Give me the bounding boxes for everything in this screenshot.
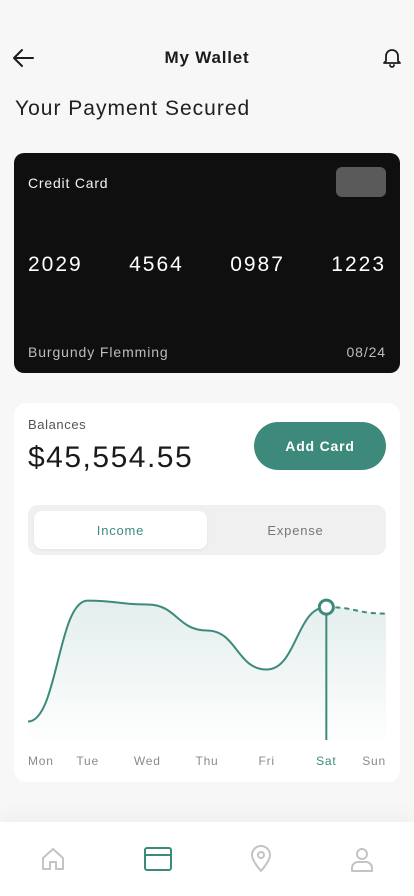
chart-x-tick-label: Wed	[134, 754, 161, 768]
nav-home[interactable]	[38, 844, 68, 874]
card-number-group: 0987	[230, 253, 285, 276]
chart-highlight-point	[317, 598, 335, 616]
card-number-group: 1223	[331, 253, 386, 276]
chart-area-fill	[28, 600, 386, 740]
card-type-label: Credit Card	[28, 175, 109, 191]
card-icon	[144, 847, 172, 871]
card-chip-icon	[336, 167, 386, 197]
chart-x-tick-label: Thu	[195, 754, 218, 768]
card-number: 2029 4564 0987 1223	[28, 253, 386, 277]
credit-card[interactable]: Credit Card 2029 4564 0987 1223 Burgundy…	[14, 153, 400, 373]
page-title: Your Payment Secured	[15, 97, 251, 120]
profile-icon	[351, 848, 373, 872]
card-holder-name: Burgundy Flemming	[28, 344, 169, 360]
chart-x-tick-label: Sat	[316, 754, 336, 768]
chart-x-tick-label: Sun	[362, 754, 386, 768]
notification-button[interactable]	[380, 45, 404, 69]
nav-location[interactable]	[246, 844, 276, 874]
bottom-navigation	[0, 822, 414, 896]
chart-x-tick-label: Tue	[76, 754, 99, 768]
nav-profile[interactable]	[347, 844, 377, 874]
card-expiry-date: 08/24	[346, 344, 386, 360]
header: My Wallet	[0, 36, 414, 80]
card-number-group: 4564	[129, 253, 184, 276]
bell-icon	[383, 49, 401, 68]
home-icon	[42, 848, 64, 870]
income-chart: Mon Tue Wed Thu Fri Sat Sun	[27, 598, 387, 768]
nav-cards[interactable]	[143, 844, 173, 874]
card-number-group: 2029	[28, 253, 83, 276]
chart-x-tick-label: Fri	[258, 754, 274, 768]
balance-panel: Balances $45,554.55 Add Card Income Expe…	[14, 403, 400, 782]
page-header-title: My Wallet	[164, 48, 250, 67]
location-pin-icon	[251, 845, 271, 872]
chart-x-tick-label: Mon	[28, 754, 54, 768]
